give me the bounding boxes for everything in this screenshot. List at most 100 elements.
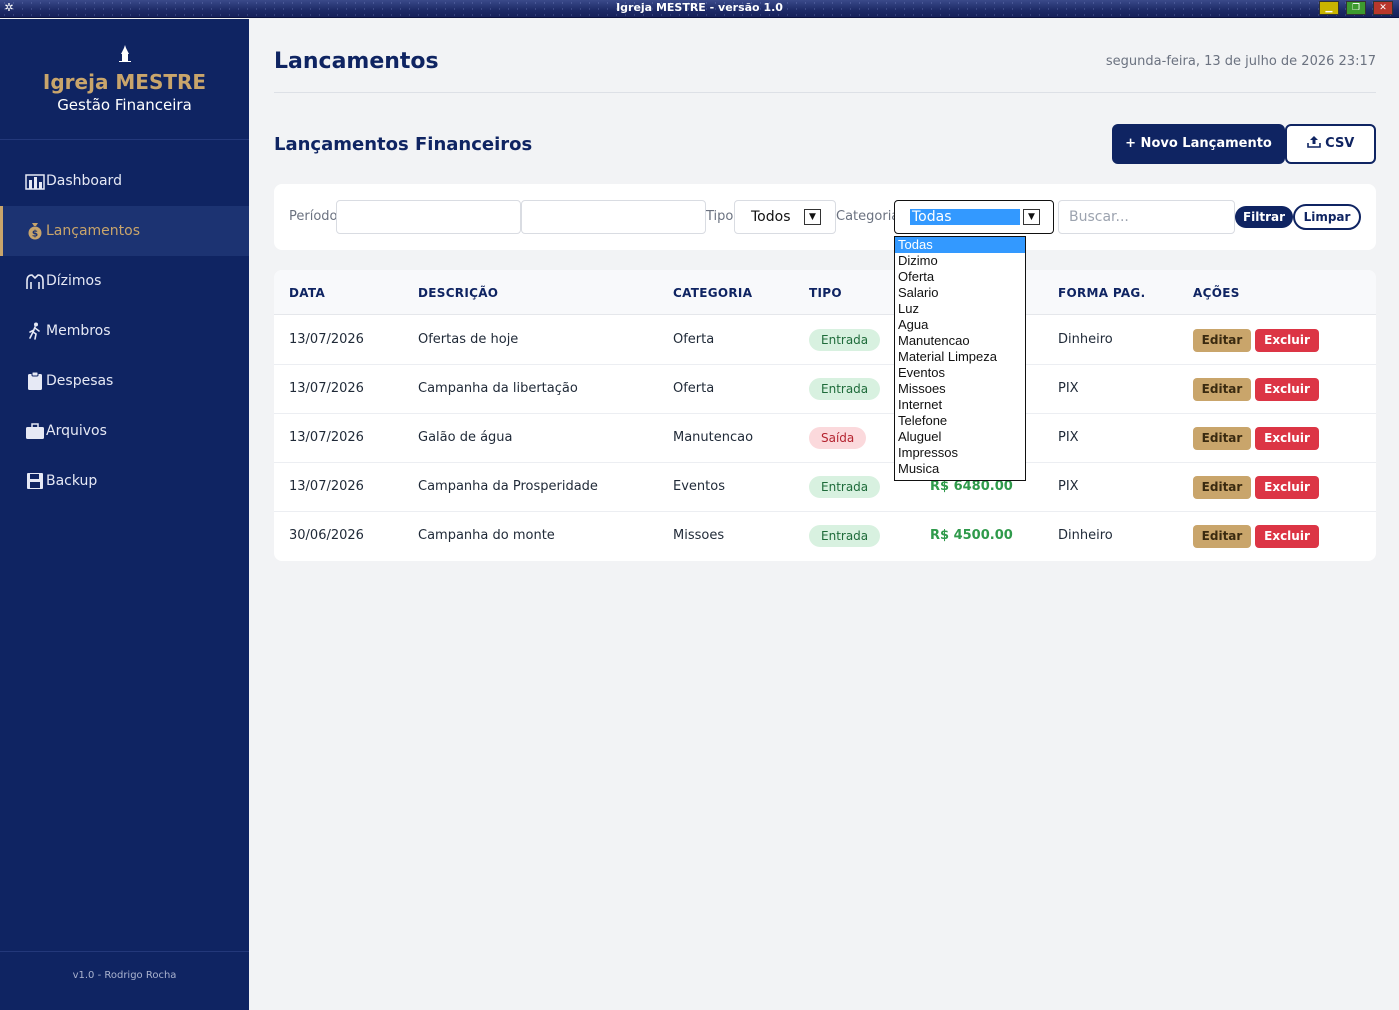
new-entry-button[interactable]: + Novo Lançamento (1112, 124, 1285, 164)
cell-categoria: Oferta (673, 381, 715, 396)
dropdown-option[interactable]: Agua (895, 317, 1025, 333)
clear-button[interactable]: Limpar (1293, 204, 1361, 230)
cell-data: 13/07/2026 (289, 479, 364, 494)
delete-button[interactable]: Excluir (1255, 378, 1319, 401)
dropdown-option[interactable]: Todas (895, 237, 1025, 253)
church-logo-icon (0, 45, 249, 68)
tipo-select[interactable]: Todos ▼ (734, 200, 836, 234)
edit-button[interactable]: Editar (1193, 378, 1251, 401)
status-badge: Entrada (809, 525, 881, 547)
cell-categoria: Eventos (673, 479, 725, 494)
dropdown-option[interactable]: Eventos (895, 365, 1025, 381)
sidebar-item-lancamentos[interactable]: $ Lançamentos (0, 206, 249, 256)
filters-card: Período: Tipo: Todos ▼ Categoria: Todas … (274, 184, 1376, 250)
categoria-dropdown-list: Todas Dizimo Oferta Salario Luz Agua Man… (894, 236, 1026, 481)
dropdown-option[interactable]: Telefone (895, 413, 1025, 429)
chevron-down-icon: ▼ (1023, 209, 1040, 225)
briefcase-icon (24, 420, 46, 442)
period-start-input[interactable] (336, 200, 521, 234)
sidebar-item-label: Backup (46, 473, 98, 489)
sidebar-item-dashboard[interactable]: Dashboard (0, 156, 249, 206)
col-header-descricao[interactable]: DESCRIÇÃO (418, 286, 498, 300)
money-bag-icon: $ (24, 220, 46, 242)
cell-data: 30/06/2026 (289, 528, 364, 543)
entries-table: DATA DESCRIÇÃO CATEGORIA TIPO FORMA PAG.… (274, 270, 1376, 561)
cell-descricao: Campanha da libertação (418, 381, 578, 396)
cell-descricao: Campanha do monte (418, 528, 555, 543)
status-badge: Saída (809, 427, 867, 449)
sidebar-item-label: Arquivos (46, 423, 107, 439)
header-divider (274, 92, 1376, 93)
sidebar-item-dizimos[interactable]: Dízimos (0, 256, 249, 306)
sidebar-item-label: Dízimos (46, 273, 102, 289)
cell-descricao: Campanha da Prosperidade (418, 479, 598, 494)
dropdown-option[interactable]: Luz (895, 301, 1025, 317)
cell-categoria: Manutencao (673, 430, 754, 445)
minimize-button[interactable]: ▁ (1319, 1, 1339, 15)
sidebar-nav: Dashboard $ Lançamentos Dízimos Membros … (0, 156, 249, 506)
sidebar-item-membros[interactable]: Membros (0, 306, 249, 356)
col-header-data[interactable]: DATA (289, 286, 325, 300)
dropdown-option[interactable]: Material Limpeza (895, 349, 1025, 365)
sidebar: Igreja MESTRE Gestão Financeira Dashboar… (0, 19, 249, 1010)
floppy-disk-icon (24, 470, 46, 492)
dropdown-option[interactable]: Musica (895, 461, 1025, 477)
delete-button[interactable]: Excluir (1255, 525, 1319, 548)
sidebar-item-label: Membros (46, 323, 111, 339)
upload-icon (1306, 136, 1326, 151)
dropdown-option[interactable]: Dizimo (895, 253, 1025, 269)
sidebar-item-arquivos[interactable]: Arquivos (0, 406, 249, 456)
edit-button[interactable]: Editar (1193, 476, 1251, 499)
categoria-select[interactable]: Todas ▼ (894, 200, 1054, 234)
col-header-categoria[interactable]: CATEGORIA (673, 286, 752, 300)
tipo-select-value: Todos (751, 209, 791, 225)
delete-button[interactable]: Excluir (1255, 329, 1319, 352)
delete-button[interactable]: Excluir (1255, 427, 1319, 450)
sidebar-footer: v1.0 - Rodrigo Rocha (0, 951, 249, 1010)
sidebar-item-label: Despesas (46, 373, 114, 389)
period-end-input[interactable] (521, 200, 706, 234)
window-title-bar: ✲ Igreja MESTRE - versão 1.0 ▁ ❐ ✕ (0, 0, 1399, 18)
maximize-button[interactable]: ❐ (1346, 1, 1366, 15)
filter-button[interactable]: Filtrar (1235, 206, 1293, 228)
table-row: 13/07/2026 Campanha da libertação Oferta… (274, 365, 1376, 414)
dropdown-option[interactable]: Impressos (895, 445, 1025, 461)
cell-categoria: Missoes (673, 528, 725, 543)
dropdown-option[interactable]: Aluguel (895, 429, 1025, 445)
person-walking-icon (24, 320, 46, 342)
edit-button[interactable]: Editar (1193, 427, 1251, 450)
dropdown-option[interactable]: Internet (895, 397, 1025, 413)
delete-button[interactable]: Excluir (1255, 476, 1319, 499)
status-badge: Entrada (809, 329, 881, 351)
table-row: 13/07/2026 Galão de água Manutencao Saíd… (274, 414, 1376, 463)
edit-button[interactable]: Editar (1193, 329, 1251, 352)
table-row: 13/07/2026 Campanha da Prosperidade Even… (274, 463, 1376, 512)
dropdown-option[interactable]: Oferta (895, 269, 1025, 285)
page-title: Lancamentos (274, 49, 439, 74)
dropdown-option[interactable]: Salario (895, 285, 1025, 301)
edit-button[interactable]: Editar (1193, 525, 1251, 548)
cell-forma: Dinheiro (1058, 332, 1113, 347)
search-input[interactable]: Buscar... (1058, 200, 1235, 234)
col-header-tipo[interactable]: TIPO (809, 286, 842, 300)
svg-text:$: $ (32, 230, 38, 240)
col-header-acoes: AÇÕES (1193, 286, 1240, 300)
col-header-forma[interactable]: FORMA PAG. (1058, 286, 1145, 300)
sidebar-item-backup[interactable]: Backup (0, 456, 249, 506)
sidebar-item-label: Dashboard (46, 173, 122, 189)
table-row: 30/06/2026 Campanha do monte Missoes Ent… (274, 512, 1376, 561)
brand-name: Igreja MESTRE (42, 70, 207, 94)
close-button[interactable]: ✕ (1373, 1, 1393, 15)
table-row: 13/07/2026 Ofertas de hoje Oferta Entrad… (274, 316, 1376, 365)
cell-data: 13/07/2026 (289, 430, 364, 445)
chevron-down-icon: ▼ (804, 209, 821, 225)
dropdown-option[interactable]: Missoes (895, 381, 1025, 397)
sidebar-item-despesas[interactable]: Despesas (0, 356, 249, 406)
clipboard-icon (24, 370, 46, 392)
csv-export-button[interactable]: CSV (1285, 124, 1376, 164)
tipo-label: Tipo: (706, 209, 738, 224)
table-header: DATA DESCRIÇÃO CATEGORIA TIPO FORMA PAG.… (274, 270, 1376, 315)
dropdown-option[interactable]: Manutencao (895, 333, 1025, 349)
cell-forma: PIX (1058, 430, 1079, 445)
cell-data: 13/07/2026 (289, 381, 364, 396)
